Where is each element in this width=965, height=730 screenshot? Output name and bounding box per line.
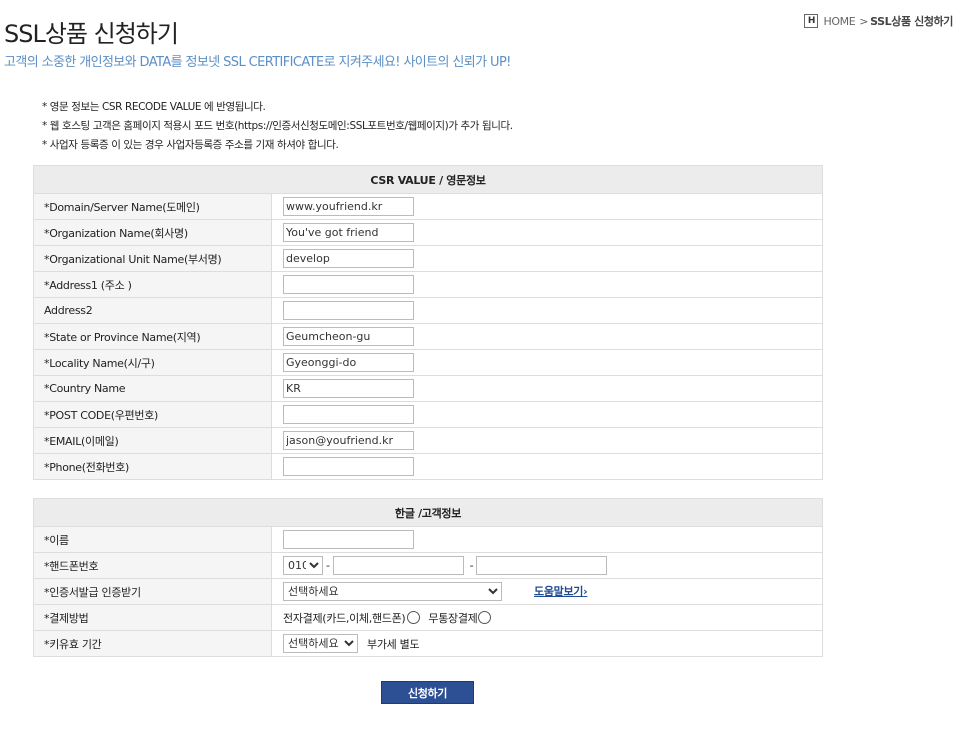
address1-label: *Address1 (주소 ) bbox=[33, 271, 272, 298]
breadcrumb-current: SSL상품 신청하기 bbox=[870, 15, 953, 28]
key-period-label: *키유효 기간 bbox=[33, 630, 272, 657]
form-row: *Organizational Unit Name(부서명) bbox=[33, 245, 823, 272]
address2-label: Address2 bbox=[33, 297, 272, 324]
notice-item: * 영문 정보는 CSR RECODE VALUE 에 반영됩니다. bbox=[42, 101, 266, 113]
form-row: *Locality Name(시/구) bbox=[33, 349, 823, 376]
mobile-middle-input[interactable] bbox=[332, 556, 464, 575]
notice-item: * 사업자 등록증 이 있는 경우 사업자등록증 주소를 기재 하셔야 합니다. bbox=[42, 139, 339, 151]
notice-item: * 웹 호스팅 고객은 홈페이지 적용시 포드 번호(https://인증서신청… bbox=[42, 120, 513, 132]
dash-separator: - bbox=[326, 558, 330, 572]
form-row: *이름 bbox=[33, 526, 823, 553]
form-row: *핸드폰번호 010 - - bbox=[33, 552, 823, 579]
org-unit-label: *Organizational Unit Name(부서명) bbox=[33, 245, 272, 272]
csr-section-header: CSR VALUE / 영문정보 bbox=[33, 165, 823, 194]
dash-separator: - bbox=[469, 558, 474, 572]
domain-label: *Domain/Server Name(도메인) bbox=[33, 193, 272, 220]
phone-label: *Phone(전화번호) bbox=[33, 453, 272, 480]
breadcrumb-home[interactable]: HOME bbox=[823, 15, 855, 28]
form-row: *POST CODE(우편번호) bbox=[33, 401, 823, 428]
cert-auth-label: *인증서발급 인증받기 bbox=[33, 578, 272, 605]
payment-label: *결제방법 bbox=[33, 604, 272, 631]
form-row: *키유효 기간 선택하세요 부가세 별도 bbox=[33, 630, 823, 657]
form-row: Address2 bbox=[33, 297, 823, 324]
page-title: SSL상품 신청하기 bbox=[4, 20, 179, 48]
key-period-select[interactable]: 선택하세요 bbox=[283, 634, 358, 653]
help-link-label: 도움말보기 bbox=[534, 584, 584, 598]
country-label: *Country Name bbox=[33, 375, 272, 402]
page-subtitle: 고객의 소중한 개인정보와 DATA를 정보넷 SSL CERTIFICATE로… bbox=[4, 55, 511, 70]
chevron-right-icon: › bbox=[583, 584, 588, 598]
domain-input[interactable] bbox=[283, 197, 414, 216]
mobile-last-input[interactable] bbox=[476, 556, 608, 575]
name-input[interactable] bbox=[283, 530, 414, 549]
email-label: *EMAIL(이메일) bbox=[33, 427, 272, 454]
vat-note: 부가세 별도 bbox=[367, 637, 420, 651]
form-row: *Phone(전화번호) bbox=[33, 453, 823, 480]
form-row: *Domain/Server Name(도메인) bbox=[33, 193, 823, 220]
name-label: *이름 bbox=[33, 526, 272, 553]
form-row: *EMAIL(이메일) bbox=[33, 427, 823, 454]
postcode-label: *POST CODE(우편번호) bbox=[33, 401, 272, 428]
form-row: *Address1 (주소 ) bbox=[33, 271, 823, 298]
state-input[interactable] bbox=[283, 327, 414, 346]
address2-input[interactable] bbox=[283, 301, 414, 320]
organization-label: *Organization Name(회사명) bbox=[33, 219, 272, 246]
cert-auth-select[interactable]: 선택하세요 bbox=[283, 582, 502, 601]
mobile-prefix-select[interactable]: 010 bbox=[283, 556, 323, 575]
payment-electronic-radio[interactable] bbox=[407, 611, 421, 624]
locality-label: *Locality Name(시/구) bbox=[33, 349, 272, 376]
phone-input[interactable] bbox=[283, 457, 414, 476]
locality-input[interactable] bbox=[283, 353, 414, 372]
home-icon[interactable]: H bbox=[804, 14, 819, 28]
organization-input[interactable] bbox=[283, 223, 414, 242]
form-row: *Organization Name(회사명) bbox=[33, 219, 823, 246]
help-link[interactable]: 도움말보기› bbox=[534, 584, 588, 598]
submit-button[interactable]: 신청하기 bbox=[381, 681, 474, 704]
form-row: *State or Province Name(지역) bbox=[33, 323, 823, 350]
address1-input[interactable] bbox=[283, 275, 414, 294]
form-row: *Country Name bbox=[33, 375, 823, 402]
country-input[interactable] bbox=[283, 379, 414, 398]
org-unit-input[interactable] bbox=[283, 249, 414, 268]
email-input[interactable] bbox=[283, 431, 414, 450]
payment-bank-radio[interactable] bbox=[477, 611, 491, 624]
form-row: *결제방법 전자결제(카드,이체,핸드폰) 무통장결제 bbox=[33, 604, 823, 631]
csr-form-table: CSR VALUE / 영문정보 *Domain/Server Name(도메인… bbox=[33, 165, 823, 480]
notice-list: * 영문 정보는 CSR RECODE VALUE 에 반영됩니다. * 웹 호… bbox=[42, 98, 513, 155]
breadcrumb-separator: > bbox=[859, 14, 869, 28]
customer-section-header: 한글 /고객정보 bbox=[33, 498, 823, 527]
customer-form-table: 한글 /고객정보 *이름 *핸드폰번호 010 - - *인증서발급 인증받기 선… bbox=[33, 498, 823, 657]
postcode-input[interactable] bbox=[283, 405, 414, 424]
payment-electronic-label: 전자결제(카드,이체,핸드폰) bbox=[283, 611, 406, 625]
state-label: *State or Province Name(지역) bbox=[33, 323, 272, 350]
payment-bank-label: 무통장결제 bbox=[428, 611, 478, 625]
mobile-label: *핸드폰번호 bbox=[33, 552, 272, 579]
breadcrumb: H HOME > SSL상품 신청하기 bbox=[804, 13, 953, 29]
form-row: *인증서발급 인증받기 선택하세요 도움말보기› bbox=[33, 578, 823, 605]
